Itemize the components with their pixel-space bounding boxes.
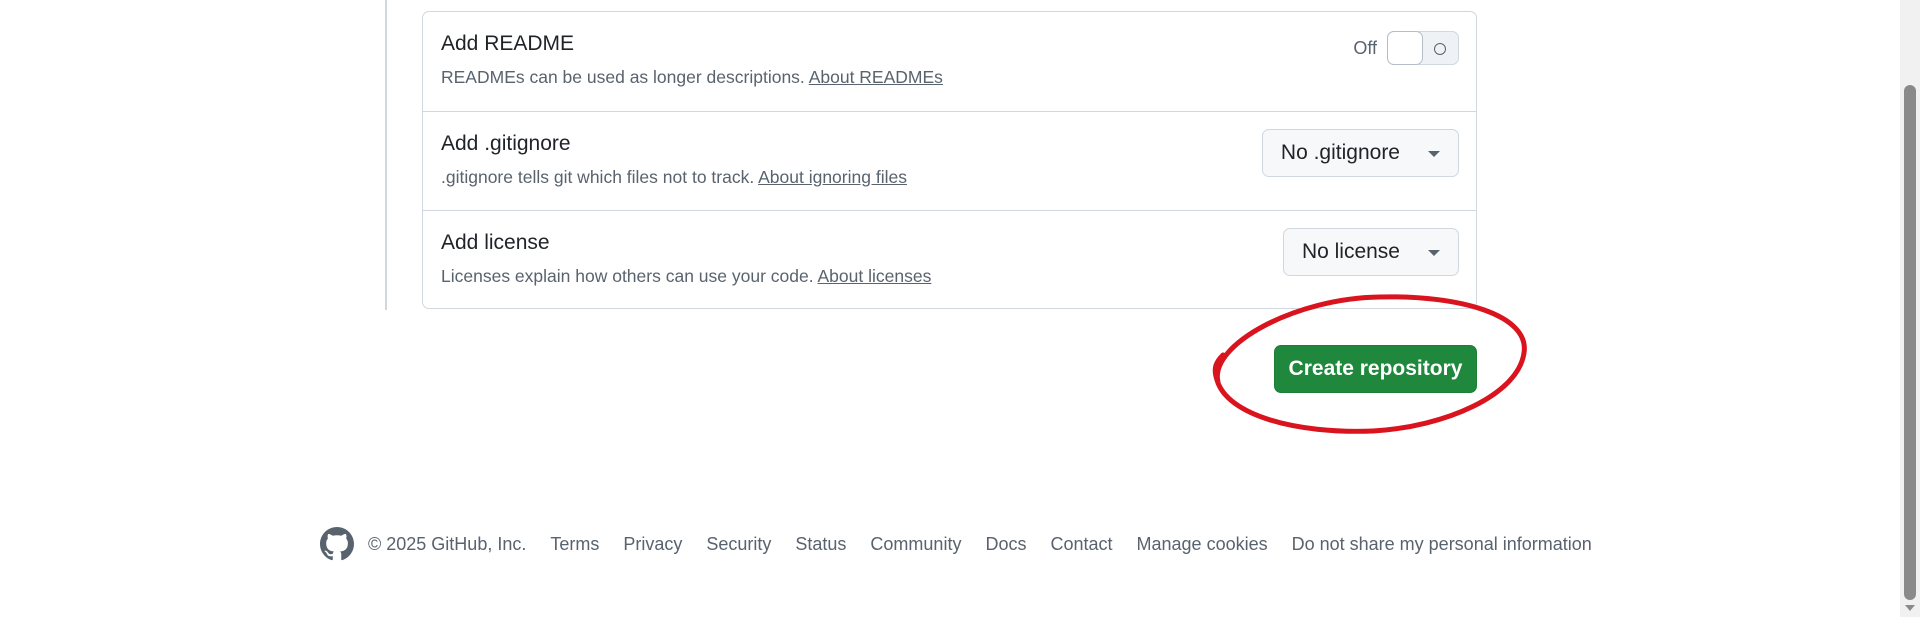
gitignore-select-value: No .gitignore	[1280, 141, 1400, 164]
toggle-knob	[1387, 31, 1423, 65]
license-description: Licenses explain how others can use your…	[441, 266, 931, 287]
footer-links: Terms Privacy Security Status Community …	[550, 534, 1591, 555]
footer-link-security[interactable]: Security	[706, 534, 771, 555]
readme-description: READMEs can be used as longer descriptio…	[441, 67, 943, 88]
footer-link-contact[interactable]: Contact	[1050, 534, 1112, 555]
gitignore-description: .gitignore tells git which files not to …	[441, 167, 907, 188]
license-select-value: No license	[1301, 240, 1400, 263]
gitignore-template-select[interactable]: No .gitignore	[1261, 129, 1459, 177]
caret-down-icon	[1428, 151, 1440, 157]
create-repository-button[interactable]: Create repository	[1274, 345, 1477, 393]
readme-toggle-label: Off	[1353, 37, 1377, 58]
footer-link-privacy[interactable]: Privacy	[623, 534, 682, 555]
vertical-scrollbar[interactable]	[1900, 0, 1920, 617]
footer-link-terms[interactable]: Terms	[550, 534, 599, 555]
scroll-down-arrow-icon[interactable]	[1905, 605, 1915, 611]
readme-toggle-group: Off	[1353, 31, 1459, 65]
caret-down-icon	[1428, 250, 1440, 256]
scrollbar-thumb[interactable]	[1904, 85, 1916, 600]
footer-link-status[interactable]: Status	[795, 534, 846, 555]
about-readmes-link[interactable]: About READMEs	[809, 67, 943, 87]
site-footer: © 2025 GitHub, Inc. Terms Privacy Securi…	[320, 524, 1592, 564]
about-ignoring-files-link[interactable]: About ignoring files	[758, 167, 907, 187]
license-select[interactable]: No license	[1282, 228, 1459, 276]
option-row-license: Add license Licenses explain how others …	[423, 210, 1476, 309]
readme-title: Add README	[441, 32, 575, 55]
gitignore-title: Add .gitignore	[441, 132, 571, 155]
gitignore-description-text: .gitignore tells git which files not to …	[441, 167, 755, 187]
github-mark-icon[interactable]	[320, 527, 354, 561]
repository-options-box: Add README READMEs can be used as longer…	[422, 11, 1477, 309]
license-description-text: Licenses explain how others can use your…	[441, 266, 814, 286]
readme-toggle-switch[interactable]	[1387, 31, 1459, 65]
footer-link-docs[interactable]: Docs	[985, 534, 1026, 555]
readme-description-text: READMEs can be used as longer descriptio…	[441, 67, 805, 87]
footer-link-manage-cookies[interactable]: Manage cookies	[1137, 534, 1268, 555]
footer-copyright: © 2025 GitHub, Inc.	[368, 533, 527, 554]
license-title: Add license	[441, 231, 550, 254]
toggle-off-icon	[1434, 43, 1446, 55]
footer-link-do-not-share[interactable]: Do not share my personal information	[1292, 534, 1592, 555]
option-row-readme: Add README READMEs can be used as longer…	[423, 12, 1476, 111]
option-row-gitignore: Add .gitignore .gitignore tells git whic…	[423, 111, 1476, 210]
footer-link-community[interactable]: Community	[870, 534, 961, 555]
about-licenses-link[interactable]: About licenses	[818, 266, 932, 286]
timeline-line	[385, 0, 387, 310]
